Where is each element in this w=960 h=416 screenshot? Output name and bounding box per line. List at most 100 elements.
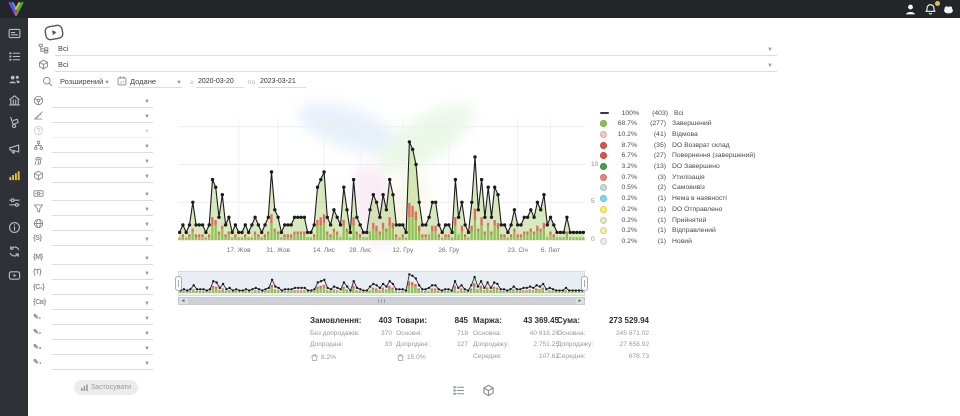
search-mode-dropdown[interactable]: Розширений ▼ xyxy=(58,74,110,88)
legend-item[interactable]: 68.7%(277)Завершений xyxy=(600,119,780,129)
ruler-icon xyxy=(33,110,45,122)
filter-row-funnel[interactable]: ▼ xyxy=(52,203,153,216)
var-m-icon: {М} xyxy=(33,252,45,264)
sidebar-item-settings[interactable] xyxy=(8,196,21,209)
list-view-icon[interactable] xyxy=(452,384,465,397)
cloud-icon[interactable] xyxy=(942,3,956,16)
scroll-right-arrow[interactable]: ► xyxy=(576,298,584,304)
legend-item[interactable]: 8.7%(35)DO Возврат склад xyxy=(600,140,780,150)
stat-sub-value: 718 xyxy=(457,330,468,337)
legend-label: Утилізація xyxy=(666,174,705,181)
stat-sub-value: 107.62 xyxy=(539,353,559,360)
date-from-label: з xyxy=(190,80,193,87)
top-bar xyxy=(0,0,960,18)
chart-brush-minimap[interactable] xyxy=(178,271,585,296)
legend-dot-swatch xyxy=(600,184,607,191)
sidebar-item-info[interactable] xyxy=(8,221,21,234)
legend-item[interactable]: 0.2%(1)Нема в наявності xyxy=(600,194,780,204)
pencil-2-icon: ✎₂ xyxy=(33,327,45,339)
legend-count: (1) xyxy=(637,217,666,224)
legend-label: Прийнятий xyxy=(666,217,706,224)
scrollbar-thumb[interactable] xyxy=(188,298,576,304)
filter-row-var-s[interactable]: {S}▼ xyxy=(52,233,153,246)
orders-chart[interactable] xyxy=(178,100,585,242)
filter-row-pencil-2[interactable]: ✎₂▼ xyxy=(52,327,153,340)
search-icon[interactable] xyxy=(42,76,53,87)
filter-row-var-c1[interactable]: {С₁}▼ xyxy=(52,282,153,295)
date-to-value: 2023-03-21 xyxy=(260,78,296,85)
stat-sub-label: Допродані: xyxy=(396,341,429,348)
legend-label: Відправлений xyxy=(666,227,716,234)
brush-handle-left[interactable] xyxy=(175,276,182,291)
category-filter-dropdown[interactable]: Всі ▼ xyxy=(55,42,777,56)
bell-icon[interactable] xyxy=(924,3,938,16)
date-to-input[interactable]: 2023-03-21 xyxy=(258,74,306,88)
help-video-icon[interactable] xyxy=(43,22,66,42)
legend-count: (1) xyxy=(637,206,666,213)
sidebar-item-delivery[interactable] xyxy=(8,116,21,129)
filter-row-ruler[interactable]: ▼ xyxy=(52,110,153,123)
product-filter-dropdown[interactable]: Всі ▼ xyxy=(55,58,777,72)
chevron-down-icon: ▼ xyxy=(144,99,150,105)
legend-label: DO Завершено xyxy=(666,163,720,170)
stat-title: Сума: xyxy=(557,316,580,325)
var-s-icon: {S} xyxy=(33,233,45,245)
sidebar-item-orders[interactable] xyxy=(8,50,21,63)
filter-row-hierarchy[interactable]: ▼ xyxy=(52,140,153,153)
chevron-down-icon: ▼ xyxy=(144,286,150,292)
legend-item[interactable]: 0.7%(3)Утилізація xyxy=(600,172,780,182)
legend-item[interactable]: 0.2%(1)DO Отправлено xyxy=(600,204,780,214)
stat-sub-value: 27 658.92 xyxy=(620,341,649,348)
legend-item[interactable]: 6.7%(27)Повернення (завершений) xyxy=(600,151,780,161)
apply-button[interactable]: Застосувати xyxy=(74,380,138,395)
chevron-down-icon: ▼ xyxy=(144,129,150,135)
filter-row-var-m[interactable]: {М}▼ xyxy=(52,252,153,265)
sidebar-item-shop[interactable] xyxy=(8,94,21,107)
stat-value: 845 xyxy=(455,316,468,325)
filter-row-globe[interactable]: ▼ xyxy=(52,218,153,231)
sidebar-item-video[interactable] xyxy=(8,269,21,282)
user-icon[interactable] xyxy=(904,3,918,16)
legend-item[interactable]: 0.2%(1)Новий xyxy=(600,236,780,246)
chevron-down-icon: ▼ xyxy=(144,361,150,367)
notification-badge xyxy=(935,1,940,6)
chart-scrollbar[interactable]: ◄ ► xyxy=(178,297,585,305)
legend-item[interactable]: 10.2%(41)Відмова xyxy=(600,129,780,139)
legend-count: (2) xyxy=(637,184,666,191)
date-from-input[interactable]: 2020-03-20 xyxy=(196,74,244,88)
legend-item[interactable]: 0.2%(1)Відправлений xyxy=(600,226,780,236)
filter-row-package[interactable]: ▼ xyxy=(52,170,153,183)
filter-row-var-cv[interactable]: {Св}▼ xyxy=(52,297,153,310)
filter-row-steering[interactable]: ▼ xyxy=(52,95,153,108)
filter-row-pencil-3[interactable]: ✎₃▼ xyxy=(52,342,153,355)
filter-row-var-t[interactable]: {Т}▼ xyxy=(52,267,153,280)
stat-sub-value: 40 618.20 xyxy=(530,330,559,337)
sidebar-item-sync[interactable] xyxy=(8,245,21,258)
legend-item[interactable]: 3.2%(13)DO Завершено xyxy=(600,162,780,172)
sidebar-item-customers[interactable] xyxy=(8,73,21,86)
legend-item[interactable]: 0.2%(1)Прийнятий xyxy=(600,215,780,225)
filter-row-pencil-1[interactable]: ✎₁▼ xyxy=(52,312,153,325)
sidebar-item-marketing[interactable] xyxy=(8,142,21,155)
app-logo[interactable] xyxy=(8,2,24,16)
scroll-left-arrow[interactable]: ◄ xyxy=(179,298,187,304)
legend-count: (1) xyxy=(637,227,666,234)
filter-row-banknote[interactable]: ▼ xyxy=(52,188,153,201)
legend-item[interactable]: 0.5%(2)Самовивіз xyxy=(600,183,780,193)
filter-row-fingerprint[interactable]: ▼ xyxy=(52,155,153,168)
legend-dot-swatch xyxy=(600,195,607,202)
date-field-dropdown[interactable]: Додане ▼ xyxy=(128,74,182,88)
sidebar-item-dashboard[interactable] xyxy=(8,27,21,40)
legend-item[interactable]: 100%(403)Всі xyxy=(600,108,780,118)
svg-text:17: 17 xyxy=(120,80,124,85)
legend-dot-swatch xyxy=(600,142,607,149)
stat-sub-value: 127 xyxy=(457,341,468,348)
sidebar-item-analytics[interactable] xyxy=(8,169,21,182)
filter-row-pencil-4[interactable]: ✎₄▼ xyxy=(52,357,153,370)
calendar-icon[interactable]: 17 xyxy=(117,76,127,86)
date-to-label: по xyxy=(248,80,255,87)
brush-handle-right[interactable] xyxy=(581,276,588,291)
legend-label: DO Отправлено xyxy=(666,206,722,213)
package-view-icon[interactable] xyxy=(482,384,495,397)
y-axis-tick: 5 xyxy=(591,199,595,206)
